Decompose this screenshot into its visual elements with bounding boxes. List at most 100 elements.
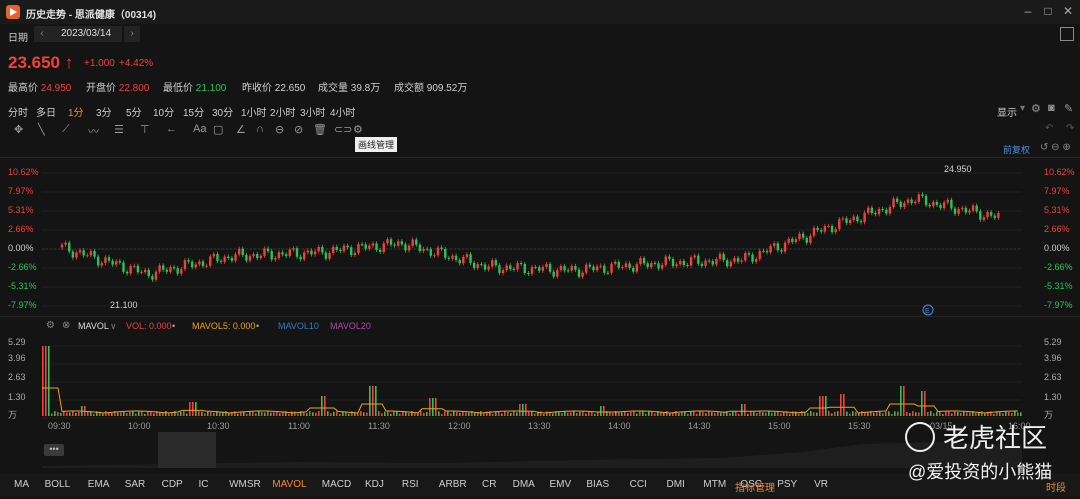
date-field[interactable]: 2023/03/14 xyxy=(50,26,122,42)
channel-tool-icon[interactable]: ☰ xyxy=(114,123,124,136)
candle-body xyxy=(657,263,660,269)
volume-bar xyxy=(288,413,290,416)
candle-body xyxy=(534,266,537,268)
candle-body xyxy=(209,256,212,266)
volume-bar xyxy=(333,411,335,416)
wave-tool-icon[interactable]: 〰 xyxy=(88,123,99,139)
volume-value: 39.8万 xyxy=(350,83,381,94)
navigator-handle[interactable]: ••• xyxy=(44,444,64,456)
delete-icon[interactable]: 🗑 xyxy=(313,123,327,136)
volume-bar xyxy=(861,411,863,416)
display-menu[interactable]: 显示 xyxy=(997,104,1017,119)
price-axis-label: 10.62% xyxy=(8,167,39,177)
indicator-mtm[interactable]: MTM xyxy=(703,479,726,490)
tab-7[interactable]: 30分 xyxy=(212,104,233,119)
link-icon[interactable]: ⊂⊃ xyxy=(334,123,352,136)
time-axis-label: 14:00 xyxy=(608,421,631,431)
fib-tool-icon[interactable]: ⊤ xyxy=(140,123,150,136)
indicator-manage-button[interactable]: 指标管理 xyxy=(735,479,775,494)
volume-bar xyxy=(630,411,632,416)
zoom-controls[interactable]: ↺ ⊖ ⊕ xyxy=(1040,142,1071,153)
tab-11[interactable]: 4小时 xyxy=(330,104,356,119)
redo-icon[interactable]: ↷ xyxy=(1066,123,1074,134)
indicator-mavol[interactable]: MAVOL xyxy=(272,479,306,490)
tab-0[interactable]: 分时 xyxy=(8,104,28,119)
arrow-tool-icon[interactable]: ← xyxy=(166,123,177,135)
indicator-ma[interactable]: MA xyxy=(14,479,29,490)
magnet-icon[interactable]: ∩ xyxy=(256,123,264,135)
indicator-rsi[interactable]: RSI xyxy=(402,479,419,490)
indicator-vr[interactable]: VR xyxy=(814,479,828,490)
line-tool-icon[interactable]: ╲ xyxy=(38,123,45,136)
indicator-cci[interactable]: CCI xyxy=(630,479,647,490)
chevron-down-icon[interactable]: ▾ xyxy=(1020,103,1025,114)
volume-bar xyxy=(396,411,398,416)
indicator-bias[interactable]: BIAS xyxy=(586,479,609,490)
panel-settings-icon[interactable]: ⚙ xyxy=(46,320,55,331)
indicator-arbr[interactable]: ARBR xyxy=(439,479,467,490)
drawing-manage-icon[interactable]: ⚙ xyxy=(353,123,363,136)
range-navigator[interactable] xyxy=(42,432,1022,468)
volume-bar xyxy=(258,411,260,416)
indicator-ema[interactable]: EMA xyxy=(88,479,110,490)
camera-icon[interactable]: ◙ xyxy=(1048,102,1055,114)
panel-close-icon[interactable]: ⊗ xyxy=(62,320,70,331)
tab-10[interactable]: 3小时 xyxy=(300,104,326,119)
tab-4[interactable]: 5分 xyxy=(126,104,142,119)
indicator-cr[interactable]: CR xyxy=(482,479,496,490)
tab-5[interactable]: 10分 xyxy=(153,104,174,119)
trend-tool-icon[interactable]: ⟋ xyxy=(62,123,70,136)
indicator-wmsr[interactable]: WMSR xyxy=(229,479,261,490)
maximize-icon[interactable]: □ xyxy=(1040,4,1056,18)
comment-tool-icon[interactable]: ▢ xyxy=(213,123,223,136)
tab-6[interactable]: 15分 xyxy=(183,104,204,119)
panel-toggle-icon[interactable] xyxy=(1060,27,1074,41)
volume-bar xyxy=(1011,412,1013,416)
volume-bar xyxy=(510,412,512,416)
indicator-macd[interactable]: MACD xyxy=(322,479,351,490)
indicator-boll[interactable]: BOLL xyxy=(45,479,71,490)
tab-9[interactable]: 2小时 xyxy=(270,104,296,119)
move-tool-icon[interactable]: ✥ xyxy=(14,123,23,136)
settings-icon[interactable]: ⚙ xyxy=(1031,102,1041,115)
volume-bar xyxy=(225,411,227,416)
candle-body xyxy=(910,199,913,204)
text-tool-icon[interactable]: Aa xyxy=(193,123,206,135)
volume-axis-label: 万 xyxy=(8,410,18,420)
time-axis-label: 13:30 xyxy=(528,421,551,431)
candle-body xyxy=(519,263,523,265)
tab-1[interactable]: 多日 xyxy=(36,104,56,119)
indicator-dma[interactable]: DMA xyxy=(513,479,535,490)
prev-date-button[interactable]: ‹ xyxy=(34,26,50,42)
volume-bar xyxy=(576,412,578,416)
eye-icon[interactable]: ⊖ xyxy=(275,123,284,136)
adjust-mode[interactable]: 前复权 xyxy=(1003,143,1030,156)
candle-body xyxy=(469,254,472,263)
undo-icon[interactable]: ↶ xyxy=(1045,123,1053,134)
tab-3[interactable]: 3分 xyxy=(96,104,112,119)
indicator-psy[interactable]: PSY xyxy=(777,479,797,490)
close-icon[interactable]: ✕ xyxy=(1060,4,1076,18)
volume-chart[interactable] xyxy=(42,340,1022,420)
indicator-ic[interactable]: IC xyxy=(199,479,209,490)
price-chart[interactable]: 24.950 21.100 E xyxy=(42,160,1022,320)
indicator-dmi[interactable]: DMI xyxy=(667,479,685,490)
candle-body xyxy=(541,266,545,271)
volume-bar xyxy=(141,411,143,416)
chevron-down-icon[interactable]: ∨ xyxy=(110,321,117,332)
indicator-kdj[interactable]: KDJ xyxy=(365,479,384,490)
indicator-sar[interactable]: SAR xyxy=(125,479,146,490)
volume-bar xyxy=(531,411,533,416)
pencil-icon[interactable]: ✎ xyxy=(1064,102,1073,115)
volume-bar xyxy=(384,411,386,416)
next-date-button[interactable]: › xyxy=(124,26,140,42)
hide-icon[interactable]: ⊘ xyxy=(294,123,303,136)
tab-8[interactable]: 1小时 xyxy=(241,104,267,119)
indicator-cdp[interactable]: CDP xyxy=(162,479,183,490)
indicator-emv[interactable]: EMV xyxy=(550,479,572,490)
minimize-icon[interactable]: – xyxy=(1020,4,1036,18)
measure-tool-icon[interactable]: ∠ xyxy=(236,123,246,136)
volume-bar xyxy=(360,411,362,416)
tab-2[interactable]: 1分 xyxy=(68,104,84,119)
time-axis-label: 14:30 xyxy=(688,421,711,431)
